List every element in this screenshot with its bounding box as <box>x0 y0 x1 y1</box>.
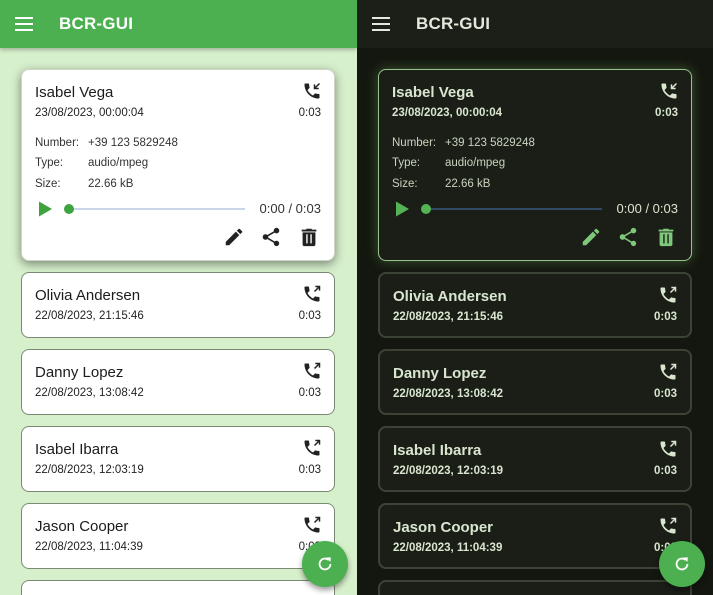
call-received-icon <box>661 82 678 99</box>
refresh-button[interactable] <box>302 541 348 587</box>
type-value: audio/mpeg <box>445 157 506 169</box>
contact-name: Isabel Ibarra <box>35 441 119 458</box>
contact-name: Isabel Vega <box>392 84 474 101</box>
seek-thumb[interactable] <box>421 204 431 214</box>
recording-card[interactable]: Danny Lopez 22/08/2023, 13:08:42 0:03 <box>378 349 692 415</box>
call-made-icon <box>660 363 677 380</box>
contact-name: Jason Cooper <box>35 518 129 535</box>
share-icon[interactable] <box>617 226 639 248</box>
type-label: Type: <box>35 157 64 169</box>
recording-card[interactable]: Danny Lopez 22/08/2023, 13:08:42 0:03 <box>21 349 335 415</box>
playback-time: 0:00 / 0:03 <box>616 201 678 216</box>
call-made-icon <box>660 440 677 457</box>
recording-duration: 0:03 <box>298 310 321 322</box>
call-made-icon <box>304 439 321 456</box>
call-made-icon <box>304 362 321 379</box>
number-label: Number: <box>35 137 80 149</box>
light-theme-pane: BCR-GUI Isabel Vega 23/08/2023, 00:00:04… <box>0 0 357 595</box>
playback-time: 0:00 / 0:03 <box>259 201 321 216</box>
recording-duration: 0:03 <box>653 388 677 400</box>
recording-date: 22/08/2023, 13:08:42 <box>393 388 503 400</box>
recording-date: 22/08/2023, 11:04:39 <box>393 542 503 554</box>
menu-button[interactable] <box>369 12 393 36</box>
recording-card[interactable]: Jason Cooper 22/08/2023, 11:04:39 0:03 <box>21 503 335 569</box>
share-icon[interactable] <box>260 226 282 248</box>
play-icon[interactable] <box>393 200 411 218</box>
trash-icon[interactable] <box>298 226 320 248</box>
menu-icon <box>15 17 33 31</box>
trash-icon[interactable] <box>655 226 677 248</box>
contact-name: Danny Lopez <box>393 365 487 382</box>
recording-card-partial[interactable] <box>21 580 335 595</box>
top-app-bar: BCR-GUI <box>0 0 357 48</box>
menu-button[interactable] <box>12 12 36 36</box>
size-label: Size: <box>35 178 61 190</box>
recording-date: 22/08/2023, 21:15:46 <box>35 310 144 322</box>
dark-theme-pane: BCR-GUI Isabel Vega 23/08/2023, 00:00:04… <box>357 0 713 595</box>
seek-bar[interactable] <box>69 208 245 210</box>
recording-card[interactable]: Isabel Ibarra 22/08/2023, 12:03:19 0:03 <box>21 426 335 492</box>
call-made-icon <box>304 285 321 302</box>
call-made-icon <box>304 516 321 533</box>
contact-name: Olivia Andersen <box>393 288 507 305</box>
recording-card[interactable]: Jason Cooper 22/08/2023, 11:04:39 0:03 <box>378 503 692 569</box>
menu-icon <box>372 17 390 31</box>
recording-date: 22/08/2023, 21:15:46 <box>393 311 503 323</box>
refresh-button[interactable] <box>659 541 705 587</box>
recording-card[interactable]: Olivia Andersen 22/08/2023, 21:15:46 0:0… <box>378 272 692 338</box>
type-value: audio/mpeg <box>88 157 149 169</box>
recording-date: 23/08/2023, 00:00:04 <box>392 107 502 119</box>
pencil-icon[interactable] <box>223 226 245 248</box>
play-icon[interactable] <box>36 200 54 218</box>
size-label: Size: <box>392 178 418 190</box>
recording-duration: 0:03 <box>298 464 321 476</box>
recording-date: 22/08/2023, 12:03:19 <box>393 465 503 477</box>
refresh-icon <box>675 557 689 571</box>
recording-duration: 0:03 <box>298 107 321 119</box>
recording-card[interactable]: Olivia Andersen 22/08/2023, 21:15:46 0:0… <box>21 272 335 338</box>
app-title: BCR-GUI <box>59 14 134 33</box>
number-value: +39 123 5829248 <box>445 137 535 149</box>
recording-duration: 0:03 <box>654 107 678 119</box>
pencil-icon[interactable] <box>580 226 602 248</box>
contact-name: Olivia Andersen <box>35 287 141 304</box>
recording-card-expanded[interactable]: Isabel Vega 23/08/2023, 00:00:04 0:03 Nu… <box>21 69 335 261</box>
call-received-icon <box>304 82 321 99</box>
app-title: BCR-GUI <box>416 14 491 33</box>
contact-name: Isabel Ibarra <box>393 442 482 459</box>
number-label: Number: <box>392 137 437 149</box>
call-made-icon <box>660 286 677 303</box>
recording-duration: 0:03 <box>653 311 677 323</box>
type-label: Type: <box>392 157 421 169</box>
size-value: 22.66 kB <box>88 178 134 190</box>
contact-name: Isabel Vega <box>35 84 114 101</box>
contact-name: Danny Lopez <box>35 364 124 381</box>
recording-card-partial[interactable] <box>378 580 692 595</box>
recording-duration: 0:03 <box>298 387 321 399</box>
recording-date: 23/08/2023, 00:00:04 <box>35 107 144 119</box>
call-made-icon <box>660 517 677 534</box>
size-value: 22.66 kB <box>445 178 491 190</box>
recording-card[interactable]: Isabel Ibarra 22/08/2023, 12:03:19 0:03 <box>378 426 692 492</box>
recording-date: 22/08/2023, 12:03:19 <box>35 464 144 476</box>
contact-name: Jason Cooper <box>393 519 494 536</box>
recording-date: 22/08/2023, 13:08:42 <box>35 387 144 399</box>
refresh-icon <box>318 557 332 571</box>
recording-duration: 0:03 <box>653 465 677 477</box>
recording-card-expanded[interactable]: Isabel Vega 23/08/2023, 00:00:04 0:03 Nu… <box>378 69 692 261</box>
top-app-bar: BCR-GUI <box>357 0 713 48</box>
seek-thumb[interactable] <box>64 204 74 214</box>
number-value: +39 123 5829248 <box>88 137 178 149</box>
seek-bar[interactable] <box>426 208 602 210</box>
recording-date: 22/08/2023, 11:04:39 <box>35 541 143 553</box>
